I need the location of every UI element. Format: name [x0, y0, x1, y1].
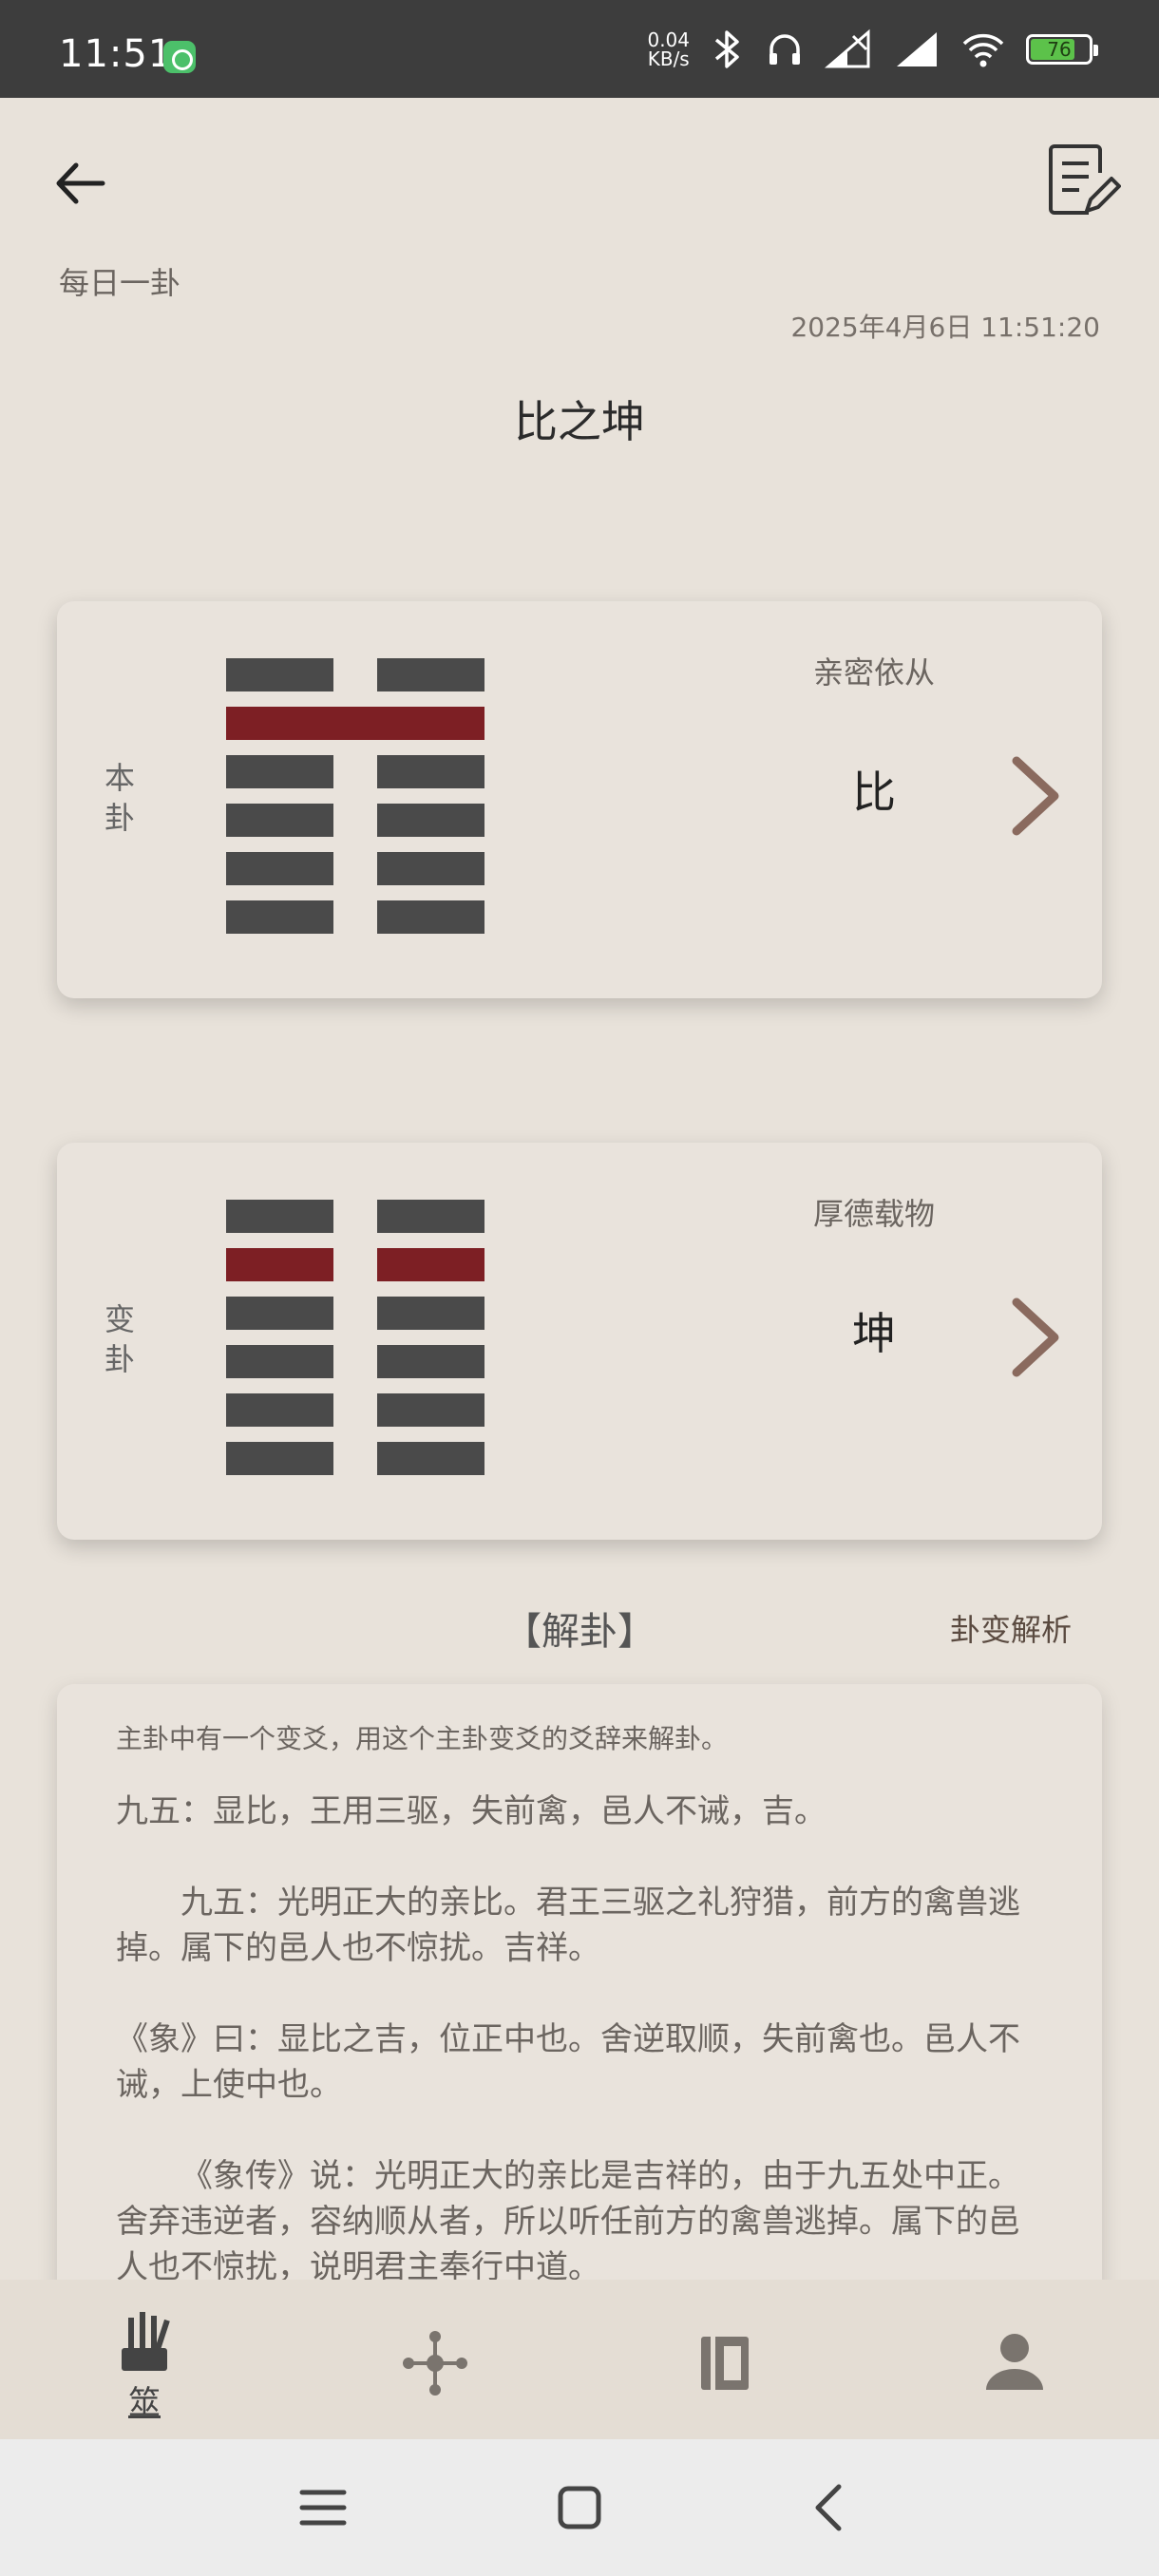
section-title: 每日一卦	[59, 265, 181, 301]
tab-divination[interactable]: 筮	[87, 2308, 201, 2422]
book-icon	[701, 2337, 749, 2390]
menu-button[interactable]	[294, 2479, 352, 2536]
bian-gua-card[interactable]: 变卦 厚德载物 坤	[57, 1143, 1102, 1540]
tab-network[interactable]	[378, 2308, 492, 2422]
yao-line	[226, 804, 484, 837]
yao-line	[226, 1442, 484, 1475]
network-nodes-icon	[403, 2331, 467, 2396]
home-button[interactable]	[551, 2479, 608, 2536]
status-icons: 0.04 KB/s 76	[647, 28, 1098, 70]
network-speed: 0.04 KB/s	[647, 28, 690, 70]
chevron-right-icon[interactable]	[1007, 1295, 1064, 1380]
back-nav-button[interactable]	[803, 2479, 860, 2536]
ben-gua-description: 亲密依从	[812, 654, 935, 691]
headset-icon	[766, 28, 804, 70]
tab-book[interactable]	[667, 2308, 781, 2422]
status-bar: 11:51 0.04 KB/s 76	[0, 0, 1159, 98]
signal-2-icon	[893, 28, 940, 70]
interpretation-paragraph: 九五：显比，王用三驱，失前禽，邑人不诫，吉。	[116, 1792, 826, 1830]
notes-button[interactable]	[1041, 141, 1121, 220]
bluetooth-icon	[711, 28, 745, 70]
ben-gua-hexagram	[226, 658, 484, 949]
signal-1-icon	[825, 28, 872, 70]
ben-gua-name: 比	[852, 767, 896, 818]
home-icon	[558, 2486, 601, 2529]
yao-line	[226, 1200, 484, 1233]
chevron-right-icon[interactable]	[1007, 753, 1064, 839]
yao-line	[226, 755, 484, 788]
yao-line	[226, 658, 484, 691]
interpretation-paragraph: 《象》曰：显比之吉，位正中也。舍逆取顺，失前禽也。邑人不诫，上使中也。	[116, 2020, 1020, 2104]
main-content: 每日一卦 2025年4月6日 11:51:20 比之坤 本卦 亲密依从 比 变卦	[0, 98, 1159, 2280]
notes-edit-icon	[1049, 144, 1121, 215]
interpretation-card[interactable]: 主卦中有一个变爻，用这个主卦变爻的爻辞来解卦。 九五：显比，王用三驱，失前禽，邑…	[57, 1684, 1102, 2280]
interpretation-paragraph: 《象传》说：光明正大的亲比是吉祥的，由于九五处中正。舍弃违逆者，容纳顺从者，所以…	[116, 2157, 1020, 2280]
yao-line-changing	[226, 707, 484, 740]
yao-line	[226, 1345, 484, 1378]
menu-icon	[299, 2490, 347, 2526]
yao-line	[226, 1393, 484, 1427]
bian-gua-description: 厚德载物	[812, 1196, 935, 1232]
tab-profile[interactable]	[958, 2308, 1072, 2422]
gua-title: 比之坤	[514, 396, 645, 447]
app-notification-icon	[163, 41, 196, 73]
back-button[interactable]	[48, 150, 114, 217]
user-icon	[986, 2334, 1043, 2390]
timestamp: 2025年4月6日 11:51:20	[790, 312, 1100, 343]
interpretation-paragraph: 九五：光明正大的亲比。君王三驱之礼狩猎，前方的禽兽逃掉。属下的邑人也不惊扰。吉祥…	[116, 1884, 1020, 1967]
divination-sticks-icon	[122, 2312, 170, 2371]
yao-line	[226, 900, 484, 934]
back-arrow-icon	[56, 162, 105, 204]
ben-gua-label: 本卦	[104, 760, 135, 836]
yao-line	[226, 1297, 484, 1330]
yao-line-changing	[226, 1248, 484, 1281]
analysis-link[interactable]: 卦变解析	[950, 1606, 1072, 1650]
bian-gua-label: 变卦	[104, 1301, 135, 1377]
bottom-tab-bar: 筮	[0, 2280, 1159, 2439]
system-nav-bar	[0, 2439, 1159, 2576]
battery-icon: 76	[1026, 34, 1098, 65]
bian-gua-name: 坤	[852, 1308, 896, 1359]
interpretation-note: 主卦中有一个变爻，用这个主卦变爻的爻辞来解卦。	[116, 1723, 729, 1754]
yao-line	[226, 852, 484, 885]
ben-gua-card[interactable]: 本卦 亲密依从 比	[57, 601, 1102, 998]
back-icon	[815, 2484, 842, 2531]
status-time: 11:51	[59, 32, 174, 76]
wifi-icon	[961, 28, 1005, 70]
bian-gua-hexagram	[226, 1200, 484, 1490]
tab-divination-label: 筮	[128, 2384, 161, 2422]
